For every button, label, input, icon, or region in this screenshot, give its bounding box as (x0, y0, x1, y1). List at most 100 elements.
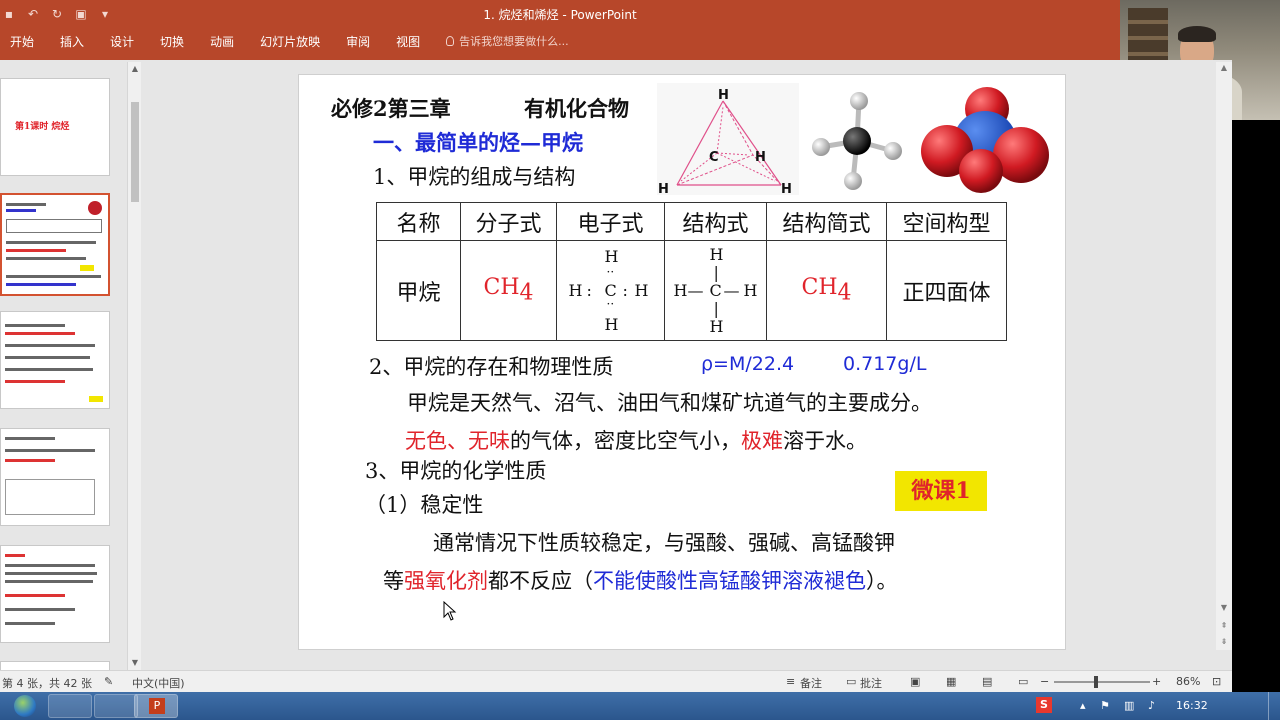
tab-review[interactable]: 审阅 (346, 33, 370, 50)
tray-clock[interactable]: 16:32 (1176, 699, 1208, 712)
struct-h-top: H (709, 244, 724, 264)
electron-dots-top: ·· (606, 264, 615, 279)
tab-animations[interactable]: 动画 (210, 33, 234, 50)
micro-lesson-badge[interactable]: 微课1 (895, 471, 987, 511)
notes-button[interactable]: 备注 (800, 675, 822, 691)
mini-text (5, 344, 95, 347)
fit-to-window-icon[interactable]: ⊡ (1212, 675, 1221, 688)
next-slide-icon[interactable]: ⇟ (1218, 636, 1230, 648)
stable-end: ）。 (866, 569, 898, 593)
table-header: 电子式 (556, 202, 665, 241)
slide-canvas[interactable]: 必修2第三章 有机化合物 一、最简单的烃—甲烷 1、甲烷的组成与结构 H C H (298, 74, 1066, 650)
colorless-odorless: 无色、无味 (405, 429, 510, 453)
mini-text (5, 437, 55, 440)
mini-text (6, 209, 36, 212)
slide-thumbnail-current[interactable] (0, 193, 110, 296)
zoom-out-icon[interactable]: − (1040, 675, 1049, 688)
taskbar-powerpoint-icon[interactable]: P (134, 694, 178, 718)
slideshow-view-icon[interactable]: ▭ (1018, 675, 1028, 688)
tetra-label-center: C (709, 150, 719, 165)
start-button-icon[interactable] (14, 695, 36, 717)
taskbar-explorer-icon[interactable] (94, 694, 138, 718)
tetra-label-left: H (658, 182, 669, 195)
editor-scrollbar[interactable]: ▲ ▼ ⇞ ⇟ (1216, 62, 1232, 650)
zoom-slider[interactable] (1054, 676, 1150, 688)
tetra-label-bottom-right: H (781, 182, 792, 195)
tab-design[interactable]: 设计 (110, 33, 134, 50)
no-fade: 不能使酸性高锰酸钾溶液褪色 (593, 569, 866, 593)
struct-h-left: H (673, 280, 688, 300)
tetra-label-right: H (755, 150, 766, 165)
mini-text (5, 554, 25, 557)
slide-thumbnail-4[interactable] (0, 428, 110, 526)
scroll-up-icon[interactable]: ▲ (128, 62, 142, 76)
tell-me-text: 告诉我您想要做什么... (459, 35, 569, 48)
previous-slide-icon[interactable]: ⇞ (1218, 620, 1230, 632)
tray-flag-icon[interactable]: ⚑ (1100, 699, 1110, 712)
mini-text (5, 572, 97, 575)
tab-insert[interactable]: 插入 (60, 33, 84, 50)
electron-dots-bottom: ·· (606, 296, 615, 311)
formula-base: CH (483, 275, 520, 301)
strong-oxidizer: 强氧化剂 (404, 569, 488, 593)
taskbar: P S ▴ ⚑ ▥ ♪ 16:32 (0, 692, 1280, 720)
tab-transitions[interactable]: 切换 (160, 33, 184, 50)
mini-text (6, 249, 66, 252)
tray-network-icon[interactable]: ▥ (1124, 699, 1134, 712)
reading-view-icon[interactable]: ▤ (982, 675, 992, 688)
tell-me-box[interactable]: 告诉我您想要做什么... (446, 33, 569, 49)
slide-thumbnail-1[interactable]: 第1课时 烷烃 (0, 78, 110, 176)
status-bar: 第 4 张，共 42 张 ✎ 中文(中国) ≡ 备注 ▭ 批注 ▣ ▦ ▤ ▭ … (0, 670, 1232, 692)
zoom-level[interactable]: 86% (1176, 675, 1200, 688)
mini-text (6, 203, 46, 206)
table-header: 空间构型 (886, 202, 1007, 241)
density-value: 0.717g/L (843, 353, 927, 375)
lightbulb-icon (446, 36, 455, 46)
section-title: 一、最简单的烃—甲烷 (373, 130, 583, 155)
slide-thumbnail-3[interactable] (0, 311, 110, 409)
hardly-soluble: 极难 (741, 429, 783, 453)
mini-text (6, 257, 86, 260)
struct-bond-top: | (713, 262, 719, 282)
stability-heading: （1）稳定性 (365, 493, 484, 517)
tray-arrow-icon[interactable]: ▴ (1080, 699, 1086, 712)
comments-button[interactable]: 批注 (860, 675, 882, 691)
language-indicator[interactable]: 中文(中国) (132, 675, 185, 691)
stable-start: 等 (383, 569, 404, 593)
scroll-down-icon[interactable]: ▼ (1218, 602, 1230, 614)
hydrogen-sphere (959, 149, 1003, 193)
mini-text (5, 594, 65, 597)
density-formula: ρ=M/22.4 (701, 353, 795, 375)
tab-view[interactable]: 视图 (396, 33, 420, 50)
mini-text (5, 380, 65, 383)
table-header: 名称 (376, 202, 461, 241)
mini-molecule (88, 201, 102, 215)
simplified-subscript: 4 (837, 280, 852, 306)
show-desktop-button[interactable] (1268, 692, 1280, 720)
thumbnail-title: 第1课时 烷烃 (15, 122, 70, 132)
taskbar-ie-icon[interactable] (48, 694, 92, 718)
scroll-up-icon[interactable]: ▲ (1218, 62, 1230, 74)
zoom-slider-thumb[interactable] (1094, 676, 1098, 688)
thumbnail-scrollbar[interactable]: ▲ ▼ (127, 62, 141, 670)
notes-icon[interactable]: ≡ (786, 675, 795, 688)
space-filling-model (921, 87, 1049, 193)
tab-slideshow[interactable]: 幻灯片放映 (260, 33, 320, 50)
slide-counter: 第 4 张，共 42 张 (2, 677, 92, 690)
comments-icon[interactable]: ▭ (846, 675, 856, 688)
normal-view-icon[interactable]: ▣ (910, 675, 920, 688)
scroll-thumb[interactable] (131, 102, 139, 202)
struct-h-bottom: H (709, 316, 724, 336)
sogou-input-icon[interactable]: S (1036, 697, 1052, 713)
mini-badge (80, 265, 94, 271)
slide-sorter-icon[interactable]: ▦ (946, 675, 956, 688)
spellcheck-icon[interactable]: ✎ (104, 675, 113, 688)
tray-volume-icon[interactable]: ♪ (1148, 699, 1155, 712)
tab-home[interactable]: 开始 (10, 33, 34, 50)
slide-thumbnail-5[interactable] (0, 545, 110, 643)
ribbon: ▪ ↶ ↻ ▣ ▾ 1. 烷烃和烯烃 - PowerPoint 开始 插入 设计… (0, 0, 1120, 60)
mini-text (5, 356, 90, 359)
scroll-down-icon[interactable]: ▼ (128, 656, 142, 670)
struct-c: C (709, 280, 722, 300)
zoom-in-icon[interactable]: + (1152, 675, 1161, 688)
